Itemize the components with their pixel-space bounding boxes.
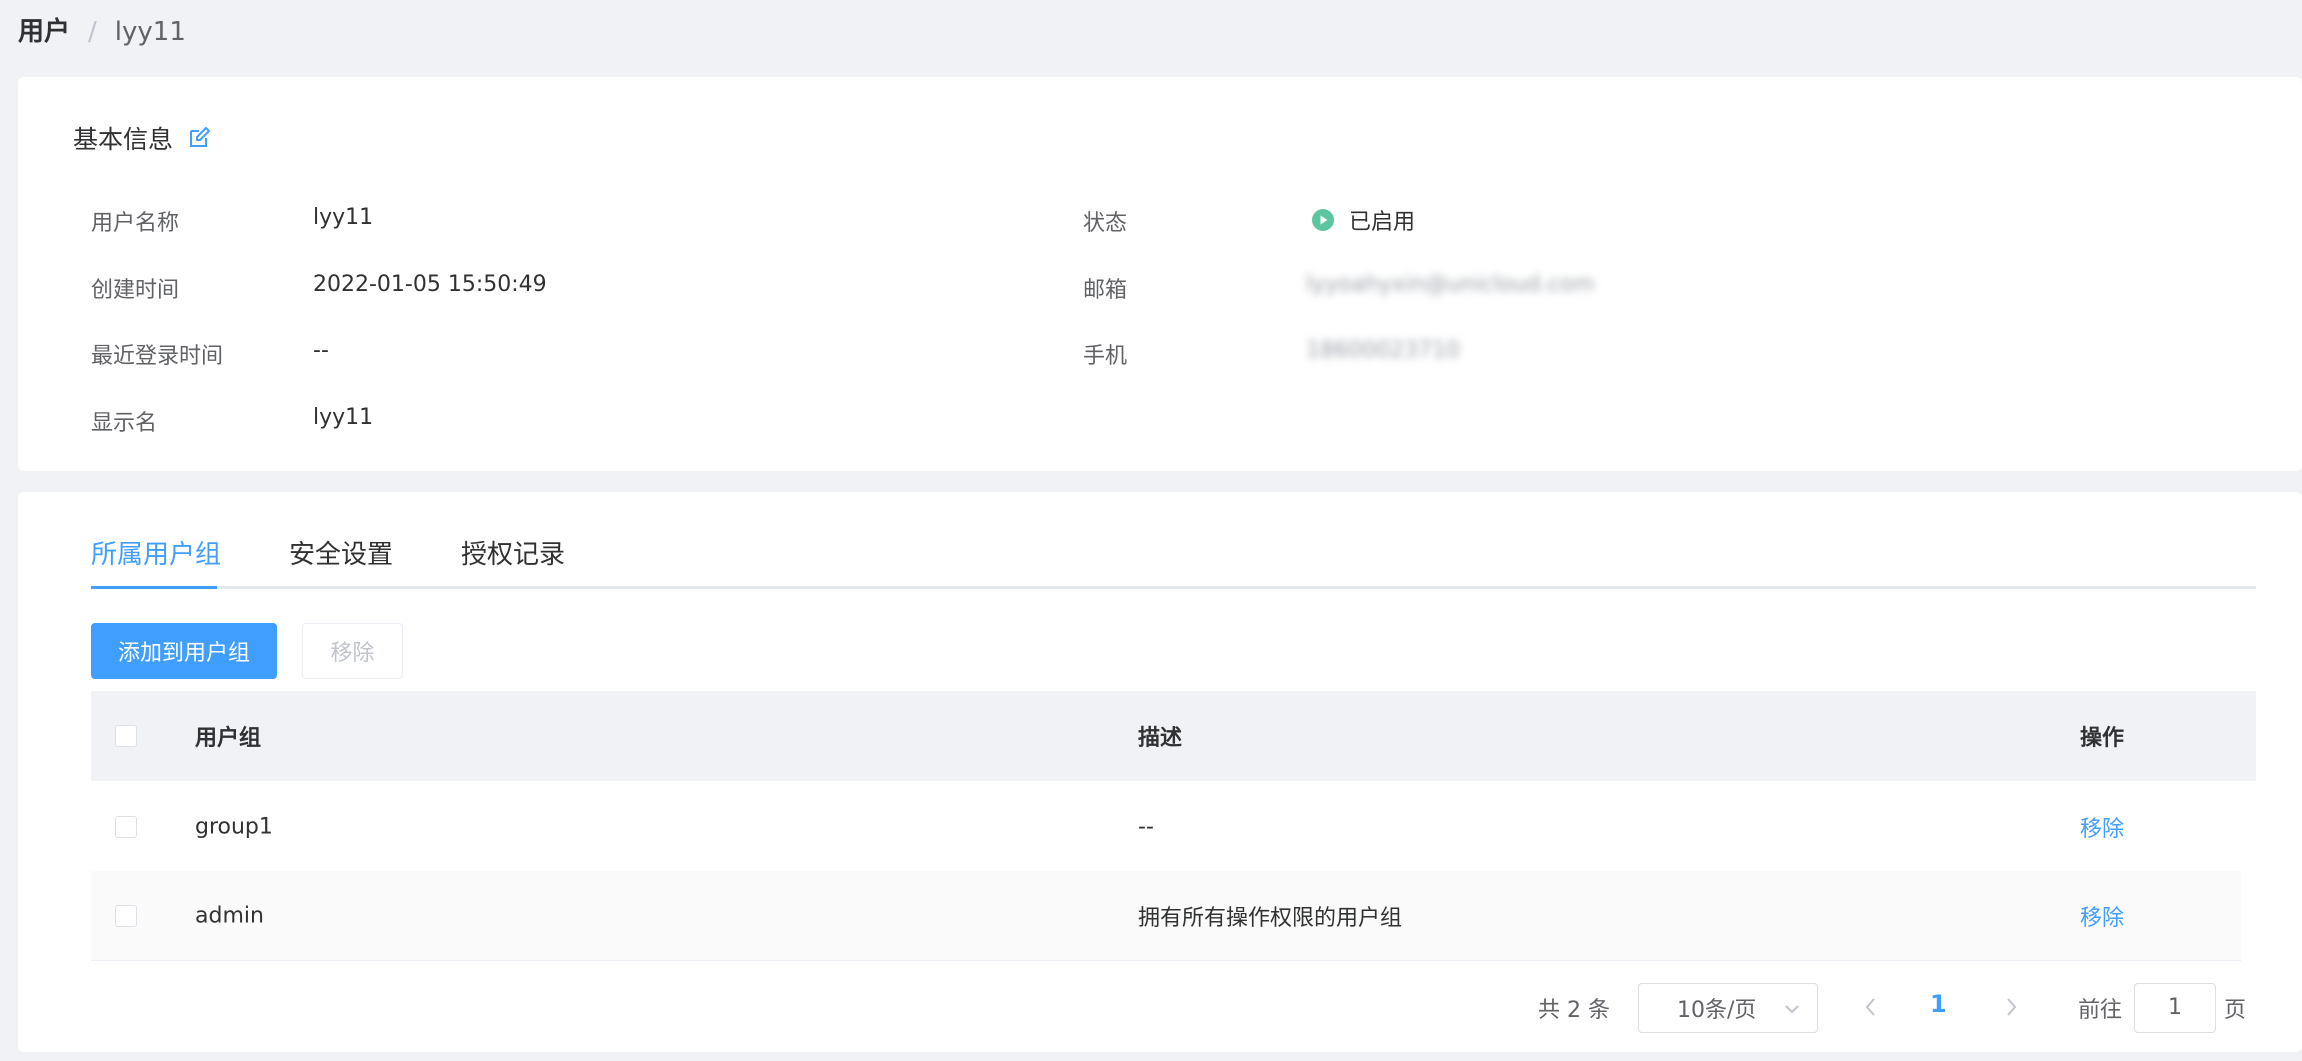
status-value: 已启用	[1311, 204, 1415, 236]
select-all-checkbox[interactable]	[115, 725, 137, 747]
next-page-icon[interactable]	[2000, 996, 2022, 1018]
row-remove-link[interactable]: 移除	[2080, 811, 2124, 843]
tab-authorization-records[interactable]: 授权记录	[461, 534, 565, 571]
row-checkbox[interactable]	[115, 815, 137, 838]
phone-value: 18600023710	[1306, 338, 1460, 363]
breadcrumb-current: lyy11	[114, 17, 186, 47]
username-value: lyy11	[313, 205, 374, 230]
tabs-bar: 所属用户组 安全设置 授权记录	[91, 524, 2256, 589]
table-row: admin 拥有所有操作权限的用户组 移除	[91, 871, 2241, 961]
table-row: group1 -- 移除	[91, 782, 2241, 872]
phone-label: 手机	[1083, 344, 1128, 369]
remove-selected-button[interactable]: 移除	[302, 623, 403, 679]
breadcrumb-users-link[interactable]: 用户	[18, 14, 70, 50]
last-login-label: 最近登录时间	[91, 344, 224, 369]
row-remove-link[interactable]: 移除	[2080, 900, 2124, 932]
active-tab-indicator	[91, 586, 217, 589]
status-text: 已启用	[1349, 210, 1416, 235]
row-checkbox[interactable]	[115, 904, 137, 927]
column-header-group: 用户组	[195, 726, 262, 751]
goto-prefix: 前往	[2078, 998, 2123, 1023]
page-size-select[interactable]: 10条/页	[1638, 983, 1818, 1033]
chevron-down-icon	[1783, 999, 1801, 1017]
status-label: 状态	[1083, 211, 1128, 236]
breadcrumb-separator: /	[88, 17, 97, 47]
play-circle-icon	[1311, 208, 1335, 232]
edit-icon[interactable]	[187, 126, 211, 150]
prev-page-icon[interactable]	[1860, 996, 1882, 1018]
table-header: 用户组 描述 操作	[91, 691, 2256, 781]
add-to-group-button[interactable]: 添加到用户组	[91, 623, 277, 679]
last-login-value: --	[313, 338, 329, 363]
display-name-value: lyy11	[313, 405, 374, 430]
row-group-name: group1	[195, 814, 273, 839]
basic-info-title: 基本信息	[73, 120, 211, 156]
basic-info-title-text: 基本信息	[73, 125, 174, 154]
display-name-label: 显示名	[91, 411, 158, 436]
email-value: lyyoahyxin@unicloud.com	[1306, 272, 1595, 297]
column-header-description: 描述	[1138, 726, 1183, 751]
tab-user-groups[interactable]: 所属用户组	[91, 534, 221, 571]
column-header-action: 操作	[2080, 726, 2125, 751]
tab-security-settings[interactable]: 安全设置	[289, 534, 393, 571]
created-at-label: 创建时间	[91, 278, 180, 303]
created-at-value: 2022-01-05 15:50:49	[313, 272, 547, 297]
row-group-name: admin	[195, 903, 264, 928]
row-description: --	[1138, 814, 1154, 839]
row-description: 拥有所有操作权限的用户组	[1138, 905, 1403, 931]
username-label: 用户名称	[91, 211, 180, 236]
goto-page-input[interactable]: 1	[2134, 983, 2216, 1033]
breadcrumb: 用户 / lyy11	[18, 14, 186, 50]
email-label: 邮箱	[1083, 278, 1128, 303]
goto-suffix: 页	[2224, 998, 2247, 1023]
page-size-value: 10条/页	[1677, 998, 1757, 1023]
pagination-total: 共 2 条	[1538, 998, 1610, 1023]
current-page-number[interactable]: 1	[1930, 990, 1947, 1018]
